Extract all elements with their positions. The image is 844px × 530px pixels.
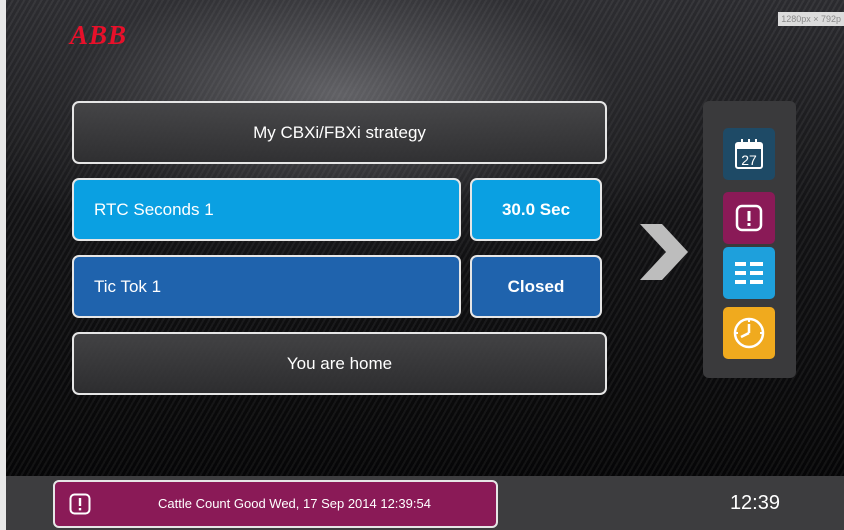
home-status-tile[interactable]: You are home: [72, 332, 607, 395]
alarm-message: Cattle Count Good Wed, 17 Sep 2014 12:39…: [158, 496, 431, 511]
rtc-seconds-tile[interactable]: RTC Seconds 1: [72, 178, 461, 241]
strategy-title-tile[interactable]: My CBXi/FBXi strategy: [72, 101, 607, 164]
tic-tok-label: Tic Tok 1: [94, 276, 162, 296]
clock-button[interactable]: [723, 307, 775, 359]
tic-tok-value: Closed: [507, 276, 565, 296]
tic-tok-value-tile[interactable]: Closed: [470, 255, 602, 318]
alarm-banner[interactable]: Cattle Count Good Wed, 17 Sep 2014 12:39…: [53, 480, 498, 528]
chevron-right-icon[interactable]: [640, 224, 690, 280]
resolution-badge: 1280px × 792p: [778, 12, 844, 26]
tic-tok-tile[interactable]: Tic Tok 1: [72, 255, 461, 318]
calendar-button[interactable]: 27: [723, 128, 775, 180]
rtc-seconds-value-tile[interactable]: 30.0 Sec: [470, 178, 602, 241]
clock-icon: [733, 317, 765, 349]
rtc-seconds-value: 30.0 Sec: [501, 199, 571, 219]
list-icon: [735, 262, 763, 284]
alarm-icon: [69, 493, 91, 515]
alarm-icon: [735, 204, 763, 232]
strategy-title: My CBXi/FBXi strategy: [253, 122, 426, 142]
abb-logo: ABB: [70, 20, 128, 50]
footer-bar: Cattle Count Good Wed, 17 Sep 2014 12:39…: [6, 476, 844, 530]
rtc-seconds-label: RTC Seconds 1: [94, 199, 214, 219]
calendar-day: 27: [741, 152, 757, 168]
calendar-icon: 27: [735, 139, 763, 169]
alarm-button[interactable]: [723, 192, 775, 244]
home-status-text: You are home: [286, 353, 393, 373]
sidebar-panel: 27: [703, 101, 796, 378]
clock-time: 12:39: [729, 492, 780, 514]
list-button[interactable]: [723, 247, 775, 299]
